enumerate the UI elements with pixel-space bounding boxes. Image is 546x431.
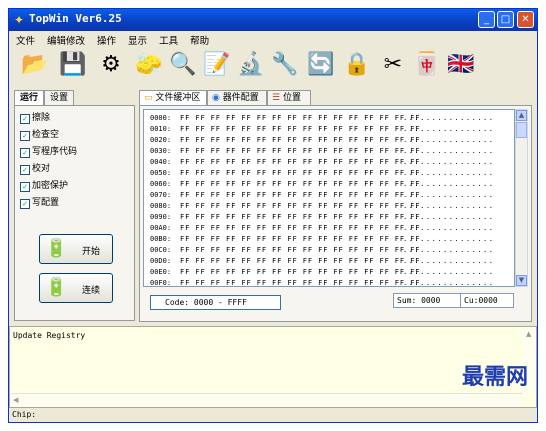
checksum-field: Sum: 0000	[393, 293, 463, 308]
chip-start-icon: 🔋	[45, 238, 68, 259]
code-range-field[interactable]: Code: 0000 - FFFF	[150, 295, 281, 310]
start-button[interactable]: 🔋 开始	[39, 234, 113, 264]
menu-view[interactable]: 显示	[121, 31, 152, 47]
operation-options-box: ✓ 擦除 ✓ 检查空 ✓ 写程序代码 ✓ 校对 ✓ 加密保护 ✓ 写配置 🔋 开始 🔋 连续	[14, 105, 135, 321]
checkbox-checked-icon[interactable]: ✓	[20, 165, 30, 175]
hex-row: 0040: FF FF FF FF FF FF FF FF FF FF FF FF…	[150, 158, 495, 166]
toolbar: 📂 💾 ⚙ 🧽 🔍 📝 🔬 🔧 🔄 🔒 ✂ 🀄 🇬🇧	[9, 49, 537, 87]
tab-file-buffer[interactable]: ▭ 文件缓冲区	[139, 90, 207, 105]
hex-row: 00A0: FF FF FF FF FF FF FF FF FF FF FF FF…	[150, 224, 495, 232]
option-erase[interactable]: ✓ 擦除	[20, 110, 50, 124]
hex-row: 0080: FF FF FF FF FF FF FF FF FF FF FF FF…	[150, 202, 495, 210]
buffer-panel: ▭ 文件缓冲区 ◉ 器件配置 ☰ 位置 0000: FF FF FF FF FF …	[139, 90, 532, 322]
hex-row: 0090: FF FF FF FF FF FF FF FF FF FF FF FF…	[150, 213, 495, 221]
menu-operate[interactable]: 操作	[90, 31, 121, 47]
checkbox-checked-icon[interactable]: ✓	[20, 148, 30, 158]
hex-row: 00C0: FF FF FF FF FF FF FF FF FF FF FF FF…	[150, 246, 495, 254]
checkbox-checked-icon[interactable]: ✓	[20, 199, 30, 209]
hex-row: 0000: FF FF FF FF FF FF FF FF FF FF FF FF…	[150, 114, 495, 122]
scroll-up-icon[interactable]: ▲	[526, 330, 531, 338]
write-icon[interactable]: 📝	[203, 51, 231, 79]
log-text: Update Registry	[13, 331, 86, 340]
menu-tools[interactable]: 工具	[152, 31, 183, 47]
hex-row: 00D0: FF FF FF FF FF FF FF FF FF FF FF FF…	[150, 257, 495, 265]
close-button[interactable]: ✕	[517, 11, 534, 28]
option-verify[interactable]: ✓ 校对	[20, 161, 50, 175]
buffer-box: 0000: FF FF FF FF FF FF FF FF FF FF FF FF…	[139, 105, 532, 322]
menu-help[interactable]: 帮助	[183, 31, 214, 47]
config-icon[interactable]: 🔧	[271, 51, 299, 79]
option-program[interactable]: ✓ 写程序代码	[20, 144, 77, 158]
minimize-button[interactable]: _	[478, 11, 495, 28]
maximize-button[interactable]: □	[497, 11, 514, 28]
option-blank-check[interactable]: ✓ 检查空	[20, 127, 59, 141]
status-bar: Chip:	[9, 407, 537, 422]
continuous-button[interactable]: 🔋 连续	[39, 273, 113, 303]
lock-icon[interactable]: 🔒	[343, 51, 371, 79]
chip-continuous-icon: 🔋	[45, 277, 68, 298]
language-icon[interactable]: 🀄	[413, 51, 441, 79]
menu-edit[interactable]: 编辑修改	[40, 31, 90, 47]
menu-bar: 文件 编辑修改 操作 显示 工具 帮助	[9, 31, 537, 49]
hex-row: 0030: FF FF FF FF FF FF FF FF FF FF FF FF…	[150, 147, 495, 155]
save-icon[interactable]: 💾	[59, 51, 87, 79]
menu-file[interactable]: 文件	[9, 31, 40, 47]
hex-row: 0060: FF FF FF FF FF FF FF FF FF FF FF FF…	[150, 180, 495, 188]
chip-status: Chip:	[12, 410, 37, 419]
hex-row: 0050: FF FF FF FF FF FF FF FF FF FF FF FF…	[150, 169, 495, 177]
search-chip-icon[interactable]: 🔍	[169, 51, 197, 79]
hex-editor[interactable]: 0000: FF FF FF FF FF FF FF FF FF FF FF FF…	[143, 109, 515, 287]
tab-run[interactable]: 运行	[14, 90, 45, 106]
scroll-up-icon[interactable]: ▲	[516, 110, 527, 121]
operation-panel: 运行 设置 ✓ 擦除 ✓ 检查空 ✓ 写程序代码 ✓ 校对 ✓ 加密保护 ✓ 写配置 🔋 开…	[14, 90, 135, 322]
chip-icon[interactable]: ⚙	[97, 51, 125, 79]
hex-row: 0070: FF FF FF FF FF FF FF FF FF FF FF FF…	[150, 191, 495, 199]
title-bar[interactable]: ✦ TopWin Ver6.25 _ □ ✕	[9, 9, 537, 31]
tab-device-config[interactable]: ◉ 器件配置	[207, 90, 267, 105]
checkbox-checked-icon[interactable]: ✓	[20, 114, 30, 124]
option-write-config[interactable]: ✓ 写配置	[20, 195, 59, 209]
verify-icon[interactable]: 🔬	[237, 51, 265, 79]
hex-row: 00F0: FF FF FF FF FF FF FF FF FF FF FF FF…	[150, 279, 495, 287]
checkbox-checked-icon[interactable]: ✓	[20, 182, 30, 192]
watermark: 最需网	[461, 364, 528, 390]
checkbox-checked-icon[interactable]: ✓	[20, 131, 30, 141]
scroll-left-icon[interactable]: ◀	[13, 396, 18, 404]
tools-icon[interactable]: ✂	[379, 51, 407, 79]
hex-scrollbar[interactable]: ▲ ▼	[515, 109, 528, 287]
config-tab-icon: ◉	[212, 93, 220, 103]
tab-bits[interactable]: ☰ 位置	[267, 90, 311, 105]
app-icon: ✦	[14, 13, 25, 27]
auto-icon[interactable]: 🔄	[307, 51, 335, 79]
main-window: ✦ TopWin Ver6.25 _ □ ✕ 文件 编辑修改 操作 显示 工具 帮助 📂 …	[8, 8, 538, 423]
english-flag-icon[interactable]: 🇬🇧	[447, 51, 475, 79]
hex-row: 00E0: FF FF FF FF FF FF FF FF FF FF FF FF…	[150, 268, 495, 276]
hex-row: 0010: FF FF FF FF FF FF FF FF FF FF FF FF…	[150, 125, 495, 133]
bits-tab-icon: ☰	[272, 93, 281, 103]
eraser-icon[interactable]: 🧽	[135, 51, 163, 79]
hex-row: 0020: FF FF FF FF FF FF FF FF FF FF FF FF…	[150, 136, 495, 144]
hex-row: 00B0: FF FF FF FF FF FF FF FF FF FF FF FF…	[150, 235, 495, 243]
cu-field: Cu:0000	[460, 293, 514, 308]
log-horizontal-scrollbar[interactable]: ◀	[11, 393, 523, 406]
scroll-down-icon[interactable]: ▼	[516, 275, 527, 286]
option-encrypt[interactable]: ✓ 加密保护	[20, 178, 68, 192]
folder-open-icon[interactable]: 📂	[21, 51, 49, 79]
tab-settings[interactable]: 设置	[44, 90, 75, 105]
window-title: TopWin Ver6.25	[29, 12, 122, 25]
scroll-thumb[interactable]	[516, 122, 527, 138]
log-pane[interactable]: Update Registry ▲ ◀ 最需网	[9, 326, 537, 408]
buffer-icon: ▭	[144, 93, 153, 103]
